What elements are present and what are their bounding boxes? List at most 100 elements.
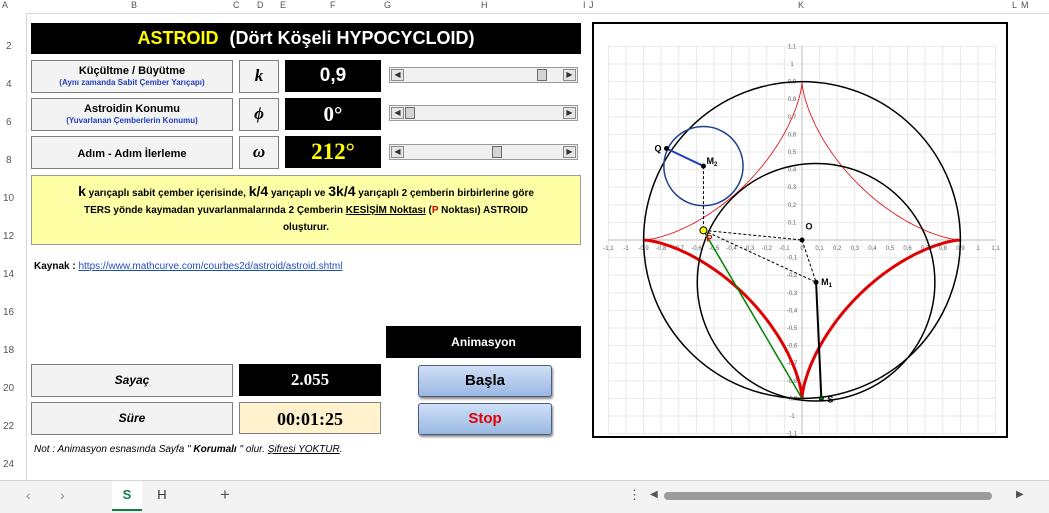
- col-header-e[interactable]: E: [280, 0, 286, 10]
- horizontal-scrollbar-thumb[interactable]: [664, 492, 992, 500]
- y-tick-label: 1: [790, 62, 794, 68]
- omega-value: 212°: [285, 136, 381, 168]
- row-header[interactable]: 2: [6, 41, 12, 52]
- x-tick-label: 0: [800, 246, 804, 252]
- note-text: " olur.: [236, 444, 268, 455]
- k-scroll-thumb[interactable]: [537, 69, 548, 81]
- x-tick-label: -0,1: [779, 246, 790, 252]
- scroll-right-icon[interactable]: ▶: [563, 69, 576, 81]
- scroll-right-icon[interactable]: ▶: [563, 107, 576, 119]
- scroll-left-icon[interactable]: ◀: [391, 107, 404, 119]
- astroid-chart: -1,1-1-0,9-0,8-0,7-0,6-0,5-0,4-0,3-0,2-0…: [592, 22, 1008, 438]
- col-header-f[interactable]: F: [330, 0, 336, 10]
- y-tick-label: -0,1: [787, 256, 798, 262]
- col-header-h[interactable]: H: [481, 0, 488, 10]
- scale-label-text: Küçültme / Büyütme: [78, 65, 186, 77]
- row-header-bar: 2 4 6 8 10 12 14 16 18 20 22 24: [0, 13, 27, 480]
- row-header[interactable]: 20: [3, 383, 14, 394]
- x-tick-label: -1,1: [603, 246, 614, 252]
- y-tick-label: 0,5: [788, 150, 797, 156]
- astroid-chart-svg: -1,1-1-0,9-0,8-0,7-0,6-0,5-0,4-0,3-0,2-0…: [603, 44, 1000, 437]
- col-header-j[interactable]: J: [589, 0, 594, 10]
- label-m2: M2: [706, 156, 718, 168]
- row-header[interactable]: 8: [6, 155, 12, 166]
- sheet-tab-h[interactable]: H: [148, 481, 176, 511]
- row-header[interactable]: 24: [3, 459, 14, 470]
- counter-label: Sayaç: [31, 364, 233, 397]
- dashed-p-o: [703, 229, 803, 241]
- col-header-a[interactable]: A: [2, 0, 8, 10]
- column-header-bar: A B C D E F G H I J K L M: [0, 0, 1049, 14]
- note-bold: Korumalı: [193, 444, 237, 455]
- phi-scrollbar[interactable]: ◀ ▶: [389, 105, 578, 121]
- y-tick-label: -1,1: [787, 432, 798, 436]
- radius-q-line: [666, 147, 704, 167]
- k-symbol: k: [239, 60, 279, 93]
- k-scrollbar[interactable]: ◀ ▶: [389, 67, 578, 83]
- hscroll-right-icon[interactable]: ▶: [1016, 489, 1024, 500]
- sheet-tab-s[interactable]: S: [112, 481, 142, 511]
- sheet-tab-bar: ‹ › S H + ⋮ ◀ ▶: [0, 480, 1049, 513]
- col-header-m[interactable]: M: [1021, 0, 1029, 10]
- y-tick-label: 0,1: [788, 220, 797, 226]
- phi-symbol: ϕ: [239, 98, 279, 131]
- col-header-g[interactable]: G: [384, 0, 391, 10]
- point-m1: [813, 279, 819, 285]
- row-header[interactable]: 22: [3, 421, 14, 432]
- prev-sheet-icon[interactable]: ‹: [26, 487, 31, 503]
- row-header[interactable]: 10: [3, 193, 14, 204]
- scroll-left-icon[interactable]: ◀: [391, 69, 404, 81]
- row-header[interactable]: 12: [3, 231, 14, 242]
- row-header[interactable]: 14: [3, 269, 14, 280]
- row-header[interactable]: 6: [6, 117, 12, 128]
- y-tick-label: 0,2: [788, 203, 797, 209]
- info-intersection: KESİŞİM Noktası: [345, 205, 426, 216]
- next-sheet-icon[interactable]: ›: [60, 487, 65, 503]
- y-tick-label: -0,4: [787, 308, 798, 314]
- y-tick-label: -0,5: [787, 326, 798, 332]
- phi-value: 0°: [285, 98, 381, 130]
- y-tick-label: -0,2: [787, 273, 798, 279]
- row-header[interactable]: 16: [3, 307, 14, 318]
- point-o: [799, 237, 805, 243]
- start-button[interactable]: Başla: [418, 365, 552, 397]
- y-tick-label: -1: [789, 414, 795, 420]
- hscroll-left-icon[interactable]: ◀: [650, 489, 658, 500]
- phi-scroll-thumb[interactable]: [405, 107, 415, 119]
- col-header-l[interactable]: L: [1012, 0, 1017, 10]
- y-tick-label: 0,6: [788, 132, 797, 138]
- position-label: Astroidin Konumu (Yuvarlanan Çemberlerin…: [31, 98, 233, 131]
- source-link[interactable]: https://www.mathcurve.com/courbes2d/astr…: [78, 261, 342, 272]
- stop-button[interactable]: Stop: [418, 403, 552, 435]
- col-header-d[interactable]: D: [257, 0, 264, 10]
- add-sheet-icon[interactable]: +: [220, 485, 230, 505]
- more-options-icon[interactable]: ⋮: [628, 487, 641, 503]
- y-tick-label: 1,1: [788, 44, 797, 50]
- info-box: k yarıçaplı sabit çember içerisinde, k/4…: [31, 175, 581, 245]
- col-header-k[interactable]: K: [798, 0, 804, 10]
- x-tick-label: -0,4: [726, 246, 737, 252]
- scale-sublabel: (Aynı zamanda Sabit Çember Yarıçapı): [59, 78, 205, 87]
- info-k4: k/4: [248, 183, 269, 199]
- x-tick-label: 0,5: [886, 246, 895, 252]
- omega-scroll-thumb[interactable]: [491, 146, 502, 158]
- info-text: yarıçaplı sabit çember içerisinde,: [85, 188, 249, 199]
- x-tick-label: 1,1: [991, 246, 1000, 252]
- y-tick-label: 0,8: [788, 97, 797, 103]
- x-tick-label: 0,8: [939, 246, 948, 252]
- y-tick-label: -0,3: [787, 291, 798, 297]
- label-o: O: [806, 221, 813, 231]
- dashed-o-m1: [801, 239, 817, 283]
- col-header-c[interactable]: C: [233, 0, 240, 10]
- row-header[interactable]: 4: [6, 79, 12, 90]
- time-value: 00:01:25: [239, 402, 381, 434]
- omega-scrollbar[interactable]: ◀ ▶: [389, 144, 578, 160]
- x-tick-label: -0,8: [656, 246, 667, 252]
- col-header-b[interactable]: B: [131, 0, 137, 10]
- scroll-right-icon[interactable]: ▶: [563, 146, 576, 158]
- scroll-left-icon[interactable]: ◀: [391, 146, 404, 158]
- y-tick-label: 0,3: [788, 185, 797, 191]
- row-header[interactable]: 18: [3, 345, 14, 356]
- col-header-i[interactable]: I: [583, 0, 586, 10]
- step-label-text: Adım - Adım İlerleme: [77, 148, 187, 160]
